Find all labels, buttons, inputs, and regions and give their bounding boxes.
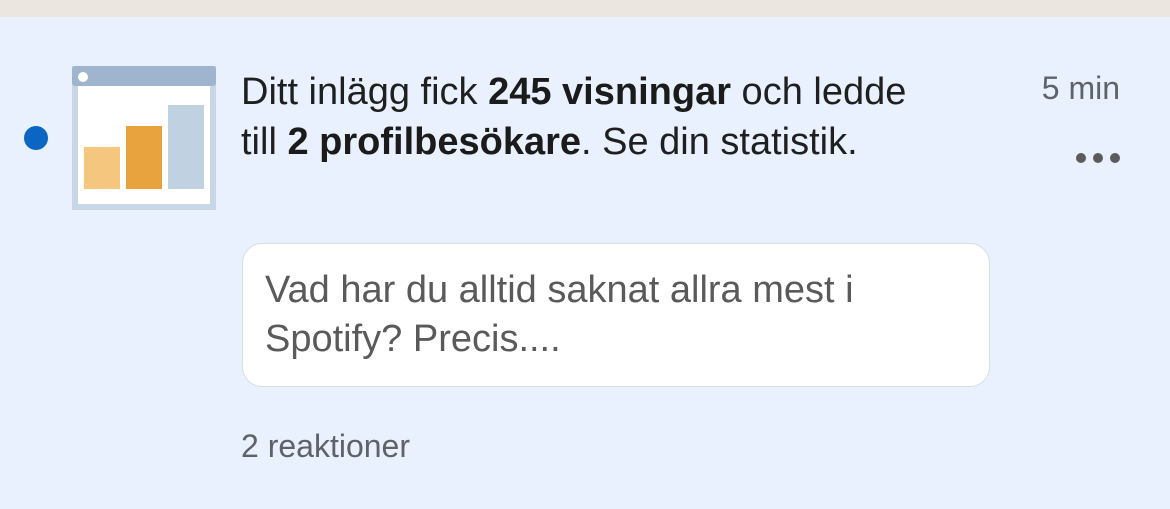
bar-light xyxy=(84,147,120,189)
bar-dark xyxy=(126,126,162,189)
reactions-count[interactable]: 2 reaktioner xyxy=(241,426,410,466)
top-divider-strip xyxy=(0,0,1170,17)
window-title-bar xyxy=(72,66,216,86)
more-dot xyxy=(1076,153,1086,163)
bar-blue xyxy=(168,105,204,189)
analytics-chart-icon[interactable] xyxy=(72,66,216,210)
more-dot xyxy=(1110,153,1120,163)
more-dot xyxy=(1093,153,1103,163)
notification-message[interactable]: Ditt inlägg fick 245 visningar och ledde… xyxy=(241,68,941,167)
message-text-3: . Se din statistik. xyxy=(581,120,858,163)
unread-indicator-dot xyxy=(24,126,48,150)
window-dot-icon xyxy=(78,72,88,82)
timestamp: 5 min xyxy=(1041,70,1120,106)
post-preview-quote[interactable]: Vad har du alltid saknat allra mest i Sp… xyxy=(242,243,990,387)
more-options-icon[interactable] xyxy=(1076,150,1120,166)
message-text-1: Ditt inlägg fick xyxy=(241,71,489,113)
views-count: 245 visningar xyxy=(488,71,731,113)
profile-visits-count: 2 profilbesökare xyxy=(287,120,582,163)
